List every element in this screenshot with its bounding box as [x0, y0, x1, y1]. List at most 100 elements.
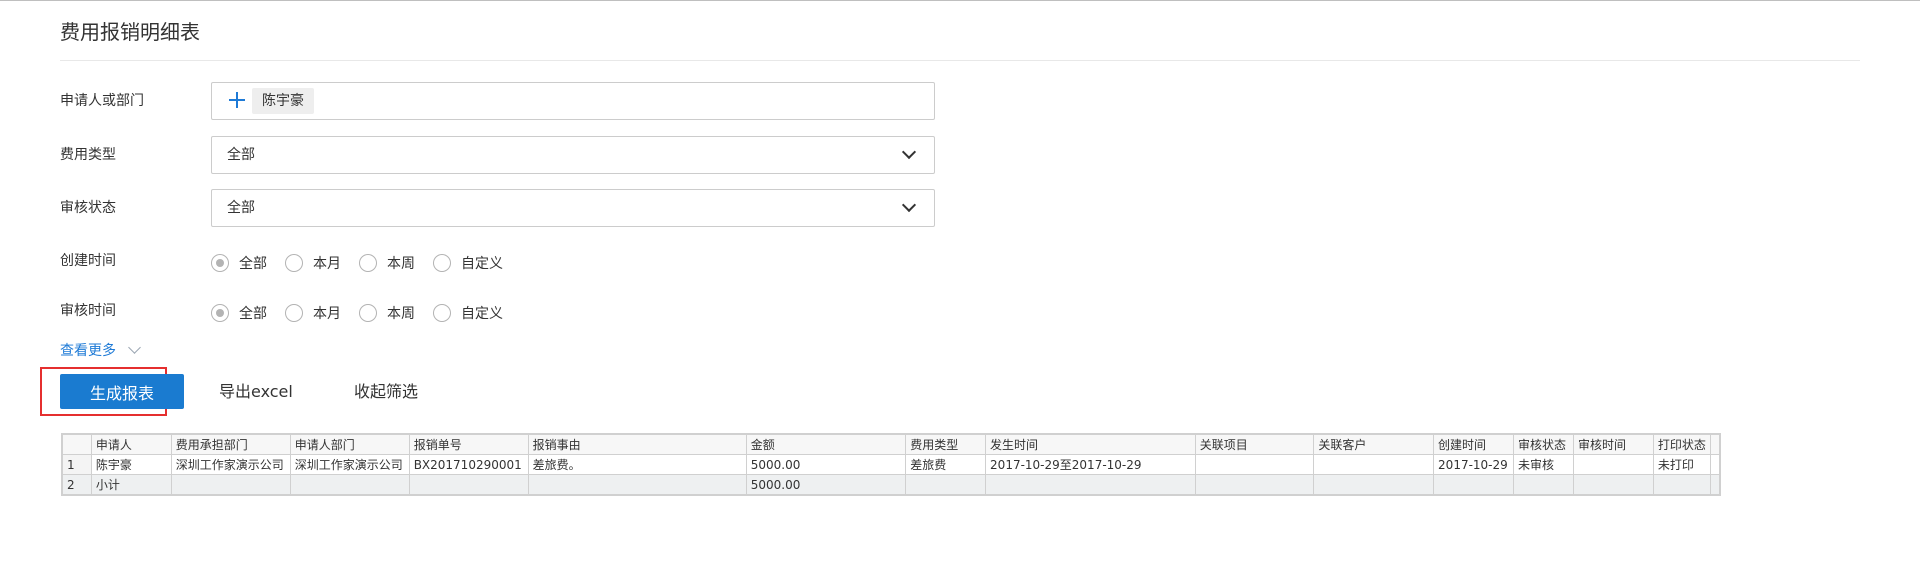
created-time-label: 创建时间: [60, 253, 116, 269]
subtotal-amount: 5000.00: [745, 474, 907, 495]
table-cell: [985, 474, 1196, 495]
view-more-link[interactable]: 查看更多: [60, 340, 141, 360]
table-cell[interactable]: 5000.00: [745, 454, 907, 475]
created-time-option-custom[interactable]: 自定义: [433, 253, 503, 273]
table-cell: [1513, 474, 1574, 495]
applicant-tag[interactable]: 陈宇豪: [252, 88, 314, 114]
subtotal-row: 2 小计 5000.00: [62, 474, 1721, 495]
table-cell: [1433, 474, 1515, 495]
review-time-label: 审核时间: [60, 303, 116, 319]
generate-report-button[interactable]: 生成报表: [60, 374, 184, 409]
column-header[interactable]: 报销单号: [408, 434, 529, 455]
table-cell[interactable]: 深圳工作家演示公司: [170, 454, 291, 475]
table-cell[interactable]: BX201710290001: [408, 454, 529, 475]
table-cell[interactable]: 深圳工作家演示公司: [289, 454, 410, 475]
title-divider: [60, 60, 1860, 61]
table-cell: [1194, 474, 1315, 495]
column-header[interactable]: 关联项目: [1194, 434, 1315, 455]
table-cell[interactable]: 差旅费: [905, 454, 987, 475]
page-title: 费用报销明细表: [60, 20, 200, 44]
expense-type-value: 全部: [227, 147, 255, 163]
column-header[interactable]: 关联客户: [1313, 434, 1435, 455]
column-header[interactable]: 申请人部门: [289, 434, 410, 455]
created-time-option-month[interactable]: 本月: [285, 253, 341, 273]
table-cell[interactable]: [1194, 454, 1315, 475]
row-number: 1: [62, 454, 92, 475]
table-cell: [408, 474, 529, 495]
radio-label: 全部: [239, 306, 267, 322]
plus-icon[interactable]: [228, 91, 246, 109]
expense-type-label: 费用类型: [60, 147, 116, 163]
view-more-label: 查看更多: [60, 343, 116, 359]
applicant-label: 申请人或部门: [60, 93, 144, 109]
column-header[interactable]: 费用承担部门: [170, 434, 291, 455]
created-time-option-week[interactable]: 本周: [359, 253, 415, 273]
table-cell: [1652, 474, 1711, 495]
radio-icon[interactable]: [285, 254, 303, 272]
table-cell[interactable]: 2017-10-29: [1433, 454, 1515, 475]
radio-icon[interactable]: [285, 304, 303, 322]
column-header[interactable]: 审核时间: [1573, 434, 1654, 455]
review-time-option-all[interactable]: 全部: [211, 303, 267, 323]
review-status-value: 全部: [227, 200, 255, 216]
radio-icon[interactable]: [433, 304, 451, 322]
report-page: 费用报销明细表 申请人或部门 陈宇豪 费用类型 全部 审核状态 全部 创建时间 …: [0, 0, 1920, 570]
applicant-picker[interactable]: 陈宇豪: [211, 82, 935, 120]
review-time-radio-group: 全部 本月 本周 自定义: [211, 301, 521, 325]
expense-type-select[interactable]: 全部: [211, 136, 935, 174]
created-time-radio-group: 全部 本月 本周 自定义: [211, 251, 521, 275]
table-cell[interactable]: [1313, 454, 1435, 475]
table-cell[interactable]: [1573, 454, 1654, 475]
collapse-filter-button[interactable]: 收起筛选: [354, 374, 418, 409]
table-cell: [527, 474, 747, 495]
radio-label: 本周: [387, 256, 415, 272]
radio-icon[interactable]: [359, 304, 377, 322]
row-number: 2: [62, 474, 92, 495]
table-cell[interactable]: 未打印: [1652, 454, 1711, 475]
report-table: 申请人 费用承担部门 申请人部门 报销单号 报销事由 金额 费用类型 发生时间 …: [62, 434, 1721, 495]
column-header[interactable]: 发生时间: [985, 434, 1196, 455]
review-time-option-custom[interactable]: 自定义: [433, 303, 503, 323]
top-border: [0, 0, 1920, 1]
column-header[interactable]: 费用类型: [905, 434, 987, 455]
table-cell: [289, 474, 410, 495]
column-header[interactable]: 审核状态: [1513, 434, 1574, 455]
column-header[interactable]: 创建时间: [1433, 434, 1515, 455]
radio-checked-icon[interactable]: [211, 304, 229, 322]
radio-label: 本周: [387, 306, 415, 322]
table-cell-filler: [1709, 454, 1721, 475]
column-header[interactable]: 金额: [745, 434, 907, 455]
review-status-label: 审核状态: [60, 200, 116, 216]
review-time-option-month[interactable]: 本月: [285, 303, 341, 323]
review-time-option-week[interactable]: 本周: [359, 303, 415, 323]
radio-label: 本月: [313, 256, 341, 272]
radio-label: 本月: [313, 306, 341, 322]
column-header[interactable]: 打印状态: [1652, 434, 1711, 455]
subtotal-label: 小计: [90, 474, 172, 495]
table-cell: [1573, 474, 1654, 495]
table-cell[interactable]: 差旅费。: [527, 454, 747, 475]
table-cell: [170, 474, 291, 495]
column-header-index: [62, 434, 92, 455]
radio-checked-icon[interactable]: [211, 254, 229, 272]
radio-label: 自定义: [461, 256, 503, 272]
radio-icon[interactable]: [359, 254, 377, 272]
column-header-filler: [1709, 434, 1721, 455]
table-cell-filler: [1709, 474, 1721, 495]
column-header[interactable]: 申请人: [90, 434, 172, 455]
report-table-container: 申请人 费用承担部门 申请人部门 报销单号 报销事由 金额 费用类型 发生时间 …: [61, 433, 1721, 496]
table-row[interactable]: 1 陈宇豪 深圳工作家演示公司 深圳工作家演示公司 BX201710290001…: [62, 454, 1721, 475]
column-header[interactable]: 报销事由: [527, 434, 747, 455]
chevron-down-icon: [901, 197, 917, 213]
chevron-down-icon: [901, 144, 917, 160]
table-cell: [905, 474, 987, 495]
export-excel-button[interactable]: 导出excel: [219, 374, 293, 409]
review-status-select[interactable]: 全部: [211, 189, 935, 227]
table-cell[interactable]: 未审核: [1513, 454, 1574, 475]
chevron-down-icon: [128, 341, 141, 354]
table-cell[interactable]: 陈宇豪: [90, 454, 172, 475]
radio-icon[interactable]: [433, 254, 451, 272]
created-time-option-all[interactable]: 全部: [211, 253, 267, 273]
table-cell[interactable]: 2017-10-29至2017-10-29: [985, 454, 1196, 475]
radio-label: 全部: [239, 256, 267, 272]
